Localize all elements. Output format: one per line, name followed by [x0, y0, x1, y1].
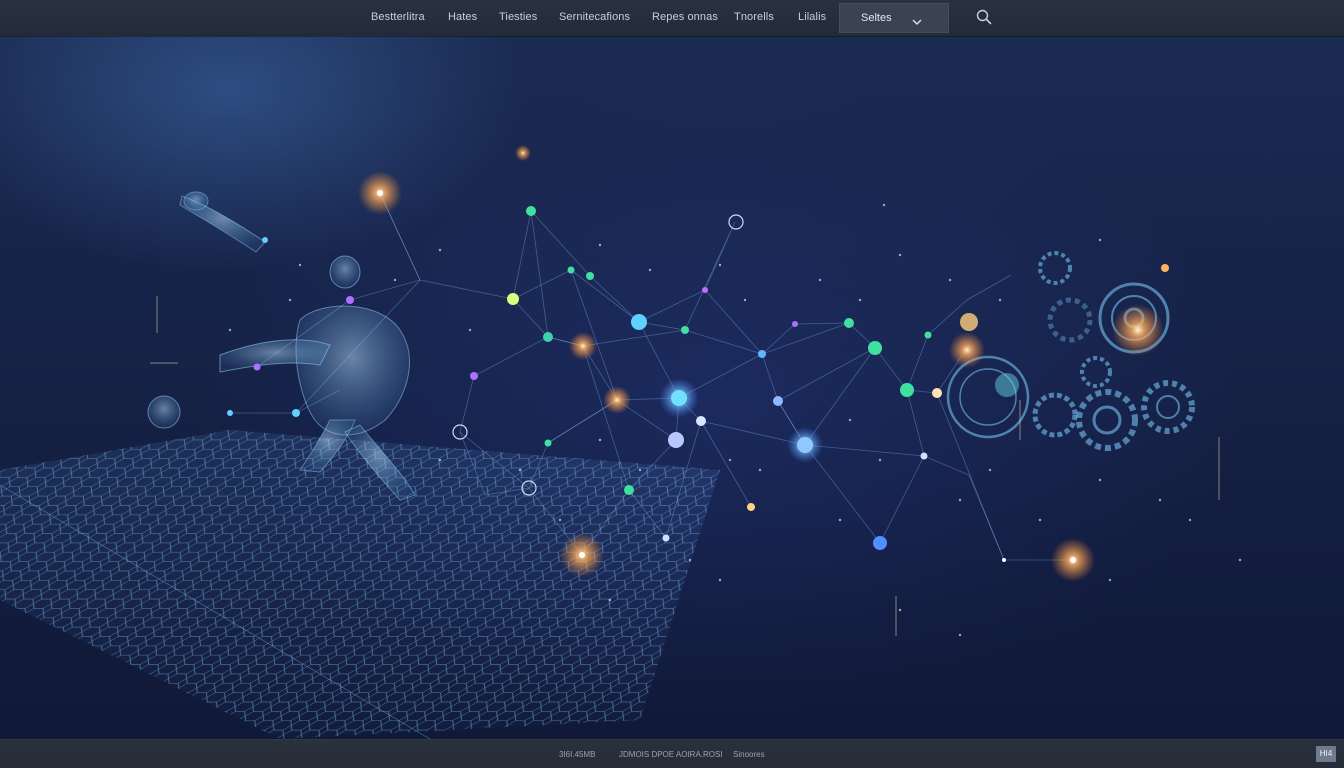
nav-item-6[interactable]: Tnorells: [734, 0, 774, 34]
chevron-down-icon: [912, 13, 922, 31]
nav-item-7[interactable]: Lilalis: [798, 0, 826, 34]
app-window: Bestterlitra Hates Tiesties Sernitecafio…: [0, 0, 1344, 768]
nav-dropdown-select[interactable]: Seltes: [839, 3, 949, 33]
search-icon[interactable]: [975, 8, 993, 26]
nav-item-3[interactable]: Tiesties: [499, 0, 537, 34]
corner-badge-button[interactable]: HI4: [1316, 746, 1336, 762]
nav-item-5[interactable]: Repes onnas: [652, 0, 718, 34]
nav-item-1[interactable]: Bestterlitra: [371, 0, 425, 34]
status-sources-link[interactable]: Sinoores: [733, 740, 765, 768]
hero-network-illustration: [0, 145, 1242, 739]
bottom-status-bar: 3I6I.45MB JDMOIS DPOE AOIRA.ROSI Sinoore…: [0, 739, 1344, 768]
nav-dropdown-label: Seltes: [861, 12, 892, 24]
nav-item-2[interactable]: Hates: [448, 0, 477, 34]
status-info: JDMOIS DPOE AOIRA.ROSI: [619, 750, 723, 759]
nav-item-4[interactable]: Sernitecafions: [559, 0, 630, 34]
status-size: 3I6I.45MB: [559, 750, 596, 759]
top-navigation-bar: Bestterlitra Hates Tiesties Sernitecafio…: [0, 0, 1344, 36]
